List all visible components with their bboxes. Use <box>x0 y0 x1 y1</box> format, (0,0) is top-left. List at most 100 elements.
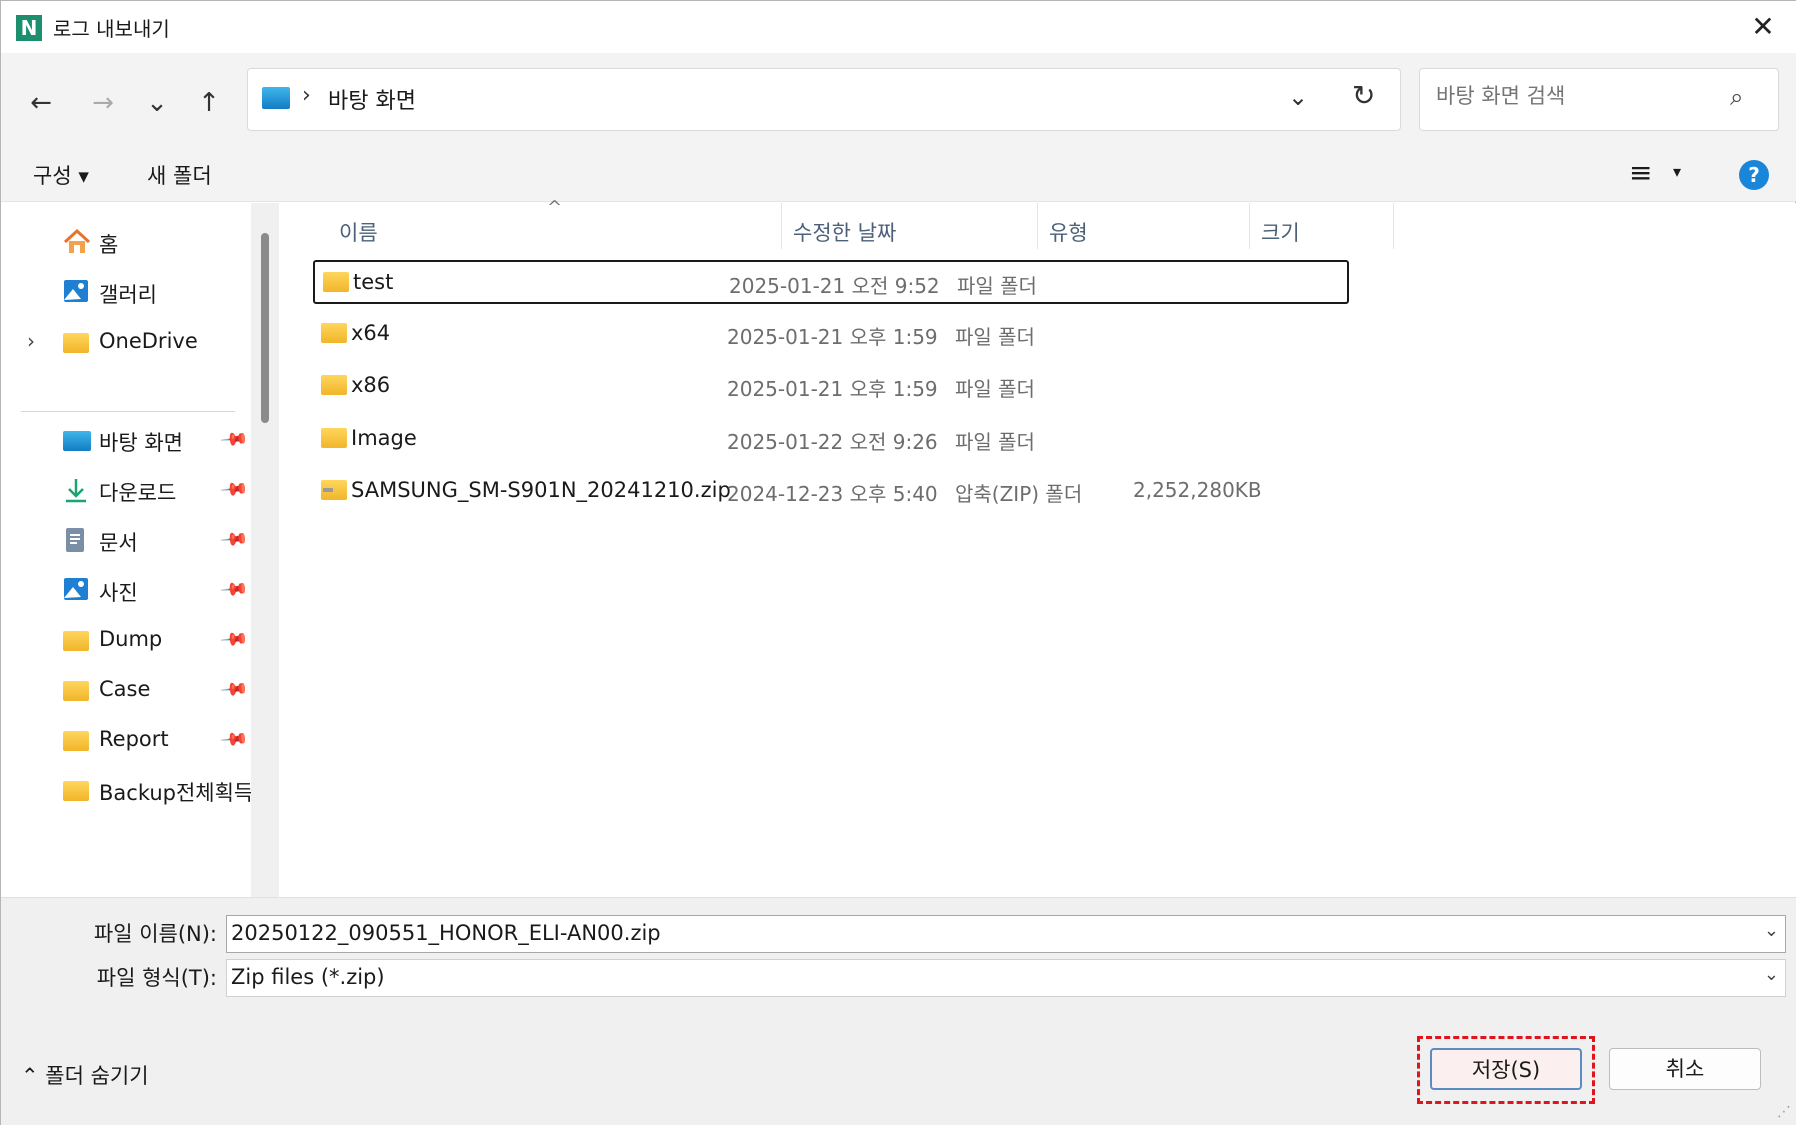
sidebar-item-home[interactable]: 홈 <box>1 221 251 265</box>
gallery-icon <box>63 279 91 303</box>
sidebar-item-case[interactable]: Case 📌 <box>1 669 251 713</box>
sidebar-item-gallery[interactable]: 갤러리 <box>1 271 251 315</box>
sidebar-item-label: 문서 <box>99 531 138 555</box>
command-bar: 구성 ▾ 새 폴더 ≡ ▾ ? <box>1 148 1796 202</box>
hide-folders-button[interactable]: ⌃ 폴더 숨기기 <box>21 1060 149 1090</box>
title-bar: N 로그 내보내기 ✕ <box>1 1 1796 53</box>
file-row[interactable]: test 2025-01-21 오전 9:52 파일 폴더 <box>313 260 1349 304</box>
sort-ascending-icon: ^ <box>547 197 563 218</box>
chevron-down-icon[interactable]: ⌄ <box>1764 964 1779 985</box>
column-separator[interactable] <box>1249 203 1250 249</box>
folder-icon <box>63 731 89 751</box>
filetype-value[interactable]: Zip files (*.zip) <box>231 965 385 989</box>
file-name: Image <box>351 426 417 450</box>
sidebar-item-label: 바탕 화면 <box>99 431 183 455</box>
folder-icon <box>321 428 347 448</box>
file-type: 파일 폴더 <box>955 325 1035 349</box>
sidebar-item-onedrive[interactable]: › OneDrive <box>1 321 251 365</box>
column-header-type[interactable]: 유형 <box>1049 211 1088 255</box>
search-input[interactable] <box>1436 84 1716 108</box>
folder-icon <box>321 375 347 395</box>
recent-locations-button[interactable]: ⌄ <box>135 81 179 125</box>
up-button[interactable]: ↑ <box>187 81 231 125</box>
filename-value[interactable]: 20250122_090551_HONOR_ELI-AN00.zip <box>231 921 661 945</box>
pin-icon[interactable]: 📌 <box>219 674 250 704</box>
sidebar-item-report[interactable]: Report 📌 <box>1 719 251 763</box>
folder-icon <box>63 333 89 353</box>
file-row[interactable]: x64 2025-01-21 오후 1:59 파일 폴더 <box>313 313 1349 357</box>
file-date: 2025-01-21 오후 1:59 <box>727 377 938 401</box>
file-date: 2024-12-23 오후 5:40 <box>727 482 938 506</box>
sidebar-item-label: Case <box>99 677 151 701</box>
filetype-select[interactable]: Zip files (*.zip) ⌄ <box>226 959 1786 997</box>
column-separator[interactable] <box>1037 203 1038 249</box>
sidebar-item-dump[interactable]: Dump 📌 <box>1 619 251 663</box>
file-row[interactable]: SAMSUNG_SM-S901N_20241210.zip 2024-12-23… <box>313 470 1349 514</box>
window-title: 로그 내보내기 <box>53 17 170 41</box>
column-header-name[interactable]: 이름 <box>339 211 378 255</box>
filename-field[interactable]: 20250122_090551_HONOR_ELI-AN00.zip ⌄ <box>226 915 1786 953</box>
help-icon[interactable]: ? <box>1739 160 1769 190</box>
cancel-button[interactable]: 취소 <box>1609 1048 1761 1090</box>
sidebar-scrollbar-thumb[interactable] <box>261 233 269 423</box>
new-folder-button[interactable]: 새 폴더 <box>147 160 212 190</box>
chevron-down-icon[interactable]: ⌄ <box>1764 920 1779 941</box>
refresh-icon[interactable]: ↻ <box>1352 79 1375 112</box>
sidebar-item-desktop[interactable]: 바탕 화면 📌 <box>1 419 251 463</box>
pin-icon[interactable]: 📌 <box>219 524 250 554</box>
pin-icon[interactable]: 📌 <box>219 724 250 754</box>
folder-icon <box>63 781 89 801</box>
save-button[interactable]: 저장(S) <box>1430 1048 1582 1090</box>
desktop-icon <box>262 87 290 109</box>
save-options-panel: 파일 이름(N): 20250122_090551_HONOR_ELI-AN00… <box>1 897 1796 1125</box>
sidebar-item-label: Report <box>99 727 169 751</box>
sidebar-item-label: OneDrive <box>99 329 198 353</box>
column-separator[interactable] <box>781 203 782 249</box>
view-options-icon[interactable]: ≡ <box>1629 156 1652 189</box>
sidebar-item-label: Dump <box>99 627 163 651</box>
file-type: 파일 폴더 <box>957 274 1037 298</box>
sidebar-item-pictures[interactable]: 사진 📌 <box>1 569 251 613</box>
download-icon <box>63 477 91 503</box>
folder-icon <box>323 272 349 292</box>
address-bar[interactable]: › 바탕 화면 ⌄ ↻ <box>247 68 1401 131</box>
file-row[interactable]: Image 2025-01-22 오전 9:26 파일 폴더 <box>313 418 1349 462</box>
pin-icon[interactable]: 📌 <box>219 574 250 604</box>
column-header-date[interactable]: 수정한 날짜 <box>793 211 896 255</box>
sidebar-item-documents[interactable]: 문서 📌 <box>1 519 251 563</box>
pin-icon[interactable]: 📌 <box>219 474 250 504</box>
forward-button[interactable]: → <box>81 81 125 125</box>
pin-icon[interactable]: 📌 <box>219 624 250 654</box>
file-type: 파일 폴더 <box>955 430 1035 454</box>
sidebar-item-label: 홈 <box>99 233 119 257</box>
resize-grip-icon[interactable]: ⋰ <box>1777 1104 1791 1120</box>
sidebar-item-backup[interactable]: Backup전체획득 <box>1 769 251 813</box>
app-icon: N <box>16 15 42 41</box>
column-separator[interactable] <box>1393 203 1394 249</box>
breadcrumb-desktop[interactable]: 바탕 화면 <box>328 83 416 115</box>
expand-chevron-icon[interactable]: › <box>27 329 35 353</box>
view-dropdown-icon[interactable]: ▾ <box>1673 162 1681 181</box>
document-icon <box>63 527 91 552</box>
navigation-bar: ← → ⌄ ↑ › 바탕 화면 ⌄ ↻ ⌕ <box>1 53 1796 148</box>
back-button[interactable]: ← <box>19 81 63 125</box>
file-row[interactable]: x86 2025-01-21 오후 1:59 파일 폴더 <box>313 365 1349 409</box>
navigation-pane: 홈 갤러리 › OneDrive 바탕 화면 📌 다운로드 📌 문서 📌 사진 … <box>1 203 279 897</box>
save-dialog-window: N 로그 내보내기 ✕ ← → ⌄ ↑ › 바탕 화면 ⌄ ↻ ⌕ 구성 ▾ 새… <box>0 0 1796 1125</box>
close-button[interactable]: ✕ <box>1741 11 1785 43</box>
folder-icon <box>63 681 89 701</box>
sidebar-item-downloads[interactable]: 다운로드 📌 <box>1 469 251 513</box>
file-name: test <box>353 270 394 294</box>
file-name: x86 <box>351 373 391 397</box>
home-icon <box>63 228 91 253</box>
file-type: 압축(ZIP) 폴더 <box>955 482 1083 506</box>
filename-label: 파일 이름(N): <box>93 922 217 946</box>
breadcrumb-separator[interactable]: › <box>302 83 311 108</box>
search-box[interactable]: ⌕ <box>1419 68 1779 131</box>
pictures-icon <box>63 577 91 601</box>
search-icon[interactable]: ⌕ <box>1730 83 1743 111</box>
organize-button[interactable]: 구성 ▾ <box>33 160 89 190</box>
pin-icon[interactable]: 📌 <box>219 424 250 454</box>
address-dropdown-icon[interactable]: ⌄ <box>1288 83 1308 111</box>
column-header-size[interactable]: 크기 <box>1261 211 1300 255</box>
